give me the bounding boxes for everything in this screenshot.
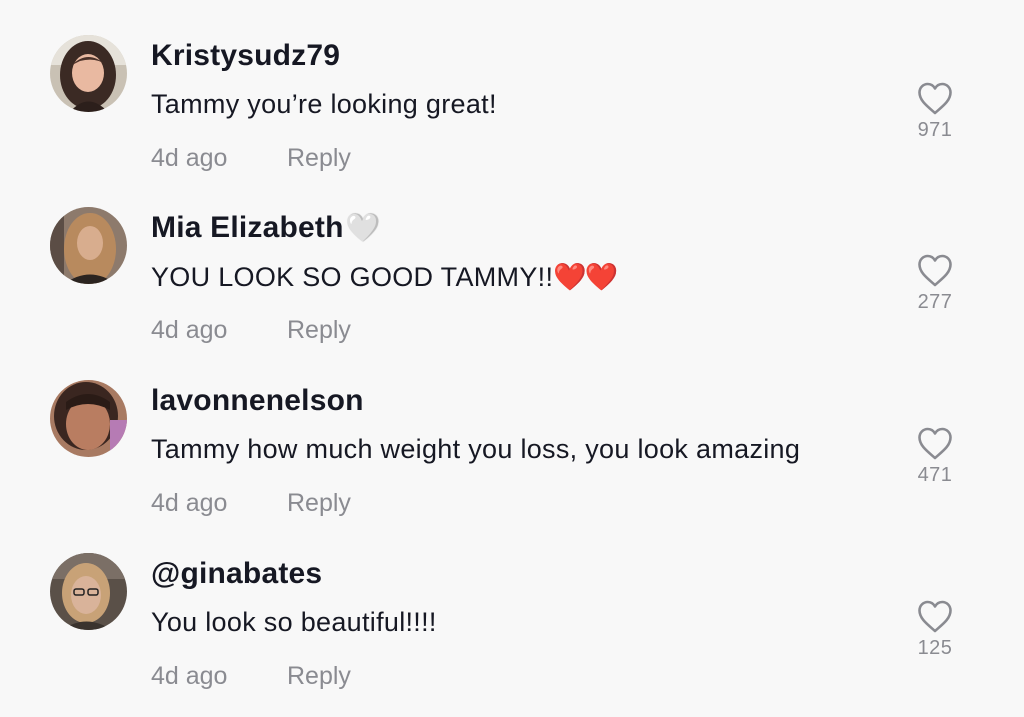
comment-username[interactable]: Kristysudz79 [151,39,342,73]
avatar[interactable] [50,380,127,457]
comment-item: Kristysudz79 Tammy you’re looking great!… [0,0,1024,172]
comment-text: You look so beautiful!!!! [151,607,437,638]
comment-text: Tammy you’re looking great! [151,89,497,120]
username-emoji: 🤍 [345,212,381,243]
avatar[interactable] [50,207,127,284]
comment-username[interactable]: Mia Elizabeth🤍 [151,211,381,245]
avatar-image [50,380,127,457]
reply-button[interactable]: Reply [287,316,351,345]
reply-button[interactable]: Reply [287,662,351,691]
username-text: Mia Elizabeth [151,211,344,244]
username-text: Kristysudz79 [151,39,341,72]
comment-list: Kristysudz79 Tammy you’re looking great!… [0,0,1024,717]
like-count: 971 [917,119,953,141]
like-button[interactable]: 471 [910,427,960,487]
heart-outline-icon [918,600,952,633]
avatar[interactable] [50,553,127,630]
comment-item: lavonnenelson Tammy how much weight you … [0,345,1024,517]
avatar-image [50,35,127,112]
like-button[interactable]: 125 [910,600,960,660]
like-count: 277 [917,291,953,313]
reply-button[interactable]: Reply [287,144,351,173]
comment-meta: 4d ago Reply [151,316,351,345]
comment-meta: 4d ago Reply [151,489,351,518]
avatar[interactable] [50,35,127,112]
avatar-image [50,207,127,284]
heart-outline-icon [918,82,952,115]
heart-outline-icon [918,254,952,287]
comment-meta: 4d ago Reply [151,144,351,173]
comment-username[interactable]: lavonnenelson [151,384,366,418]
avatar-image [50,553,127,630]
comment-text-body: You look so beautiful!!!! [151,607,437,637]
like-count: 471 [917,464,953,486]
comment-timestamp: 4d ago [151,144,228,172]
username-text: lavonnenelson [151,384,364,417]
like-button[interactable]: 971 [910,82,960,142]
comment-text-body: YOU LOOK SO GOOD TAMMY!! [151,262,554,292]
comment-text-body: Tammy you’re looking great! [151,89,497,119]
like-button[interactable]: 277 [910,254,960,314]
heart-outline-icon [918,427,952,460]
comment-timestamp: 4d ago [151,662,228,690]
comment-text: Tammy how much weight you loss, you look… [151,434,800,465]
comment-timestamp: 4d ago [151,489,228,517]
comment-meta: 4d ago Reply [151,662,351,691]
comment-timestamp: 4d ago [151,316,228,344]
comment-text: YOU LOOK SO GOOD TAMMY!!❤️❤️ [151,261,619,293]
comment-item: @ginabates You look so beautiful!!!! 4d … [0,518,1024,690]
comment-username[interactable]: @ginabates [151,557,324,591]
comment-text-body: Tammy how much weight you loss, you look… [151,434,801,464]
like-count: 125 [917,637,953,659]
username-text: @ginabates [151,557,323,590]
comment-text-emoji: ❤️❤️ [553,262,618,292]
reply-button[interactable]: Reply [287,489,351,518]
comment-item: Mia Elizabeth🤍 YOU LOOK SO GOOD TAMMY!!❤… [0,172,1024,344]
